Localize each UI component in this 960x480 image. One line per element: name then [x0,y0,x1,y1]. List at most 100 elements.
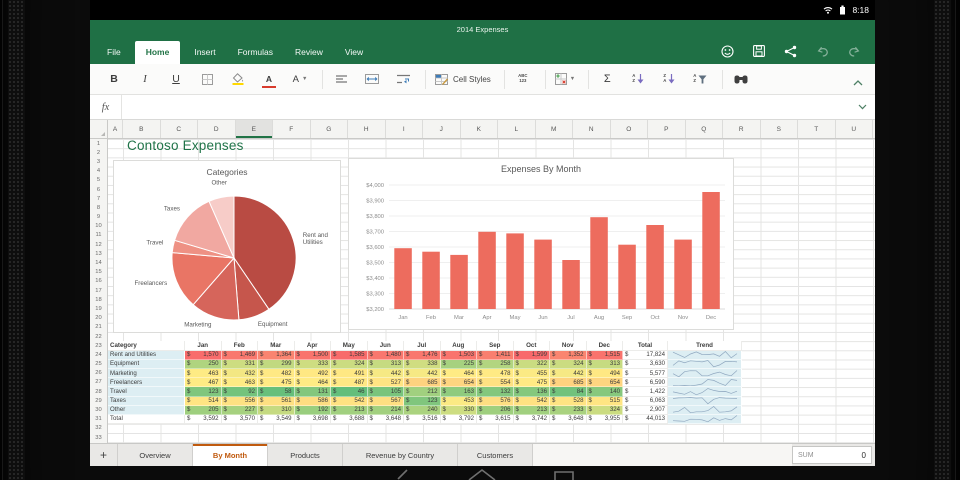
row-header-16[interactable]: 16 [90,277,107,286]
table-cell[interactable]: $84 [550,387,587,397]
row-header-28[interactable]: 28 [90,387,107,396]
table-cell[interactable]: $467 [185,378,222,388]
table-cell[interactable]: $324 [331,359,368,369]
table-cell[interactable]: $163 [440,387,477,397]
table-cell[interactable]: $136 [513,387,550,397]
table-column-header-oct[interactable]: Oct [513,341,550,351]
menu-tab-formulas[interactable]: Formulas [227,41,284,64]
table-cell[interactable]: $1,469 [221,350,258,360]
table-cell[interactable]: $313 [586,359,623,369]
table-column-header-total[interactable]: Total [623,341,668,351]
column-header-g[interactable]: G [311,120,348,138]
table-column-header-jun[interactable]: Jun [367,341,404,351]
column-header-p[interactable]: P [648,120,686,138]
table-cell[interactable]: $331 [221,359,258,369]
share-icon[interactable] [784,45,797,58]
table-cell[interactable]: $487 [331,378,368,388]
trend-cell[interactable] [668,396,742,406]
redo-icon[interactable] [848,46,861,57]
table-cell[interactable]: $140 [586,387,623,397]
table-cell[interactable]: $3,648 [550,414,587,425]
borders-button[interactable] [198,68,216,90]
table-category-cell[interactable]: Marketing [108,368,185,379]
home-button-icon[interactable] [468,469,496,480]
table-cell[interactable]: $212 [404,387,441,397]
table-column-header-category[interactable]: Category [108,341,185,351]
column-header-c[interactable]: C [161,120,198,138]
table-column-header-jan[interactable]: Jan [185,341,222,351]
row-header-30[interactable]: 30 [90,405,107,414]
wrap-text-button[interactable] [394,68,412,90]
table-cell[interactable]: $1,364 [258,350,295,360]
alignment-button[interactable] [332,68,350,90]
table-cell[interactable]: $333 [294,359,331,369]
table-cell[interactable]: $3,549 [258,414,295,425]
sheet-tab-overview[interactable]: Overview [118,444,193,466]
insert-delete-cells-button[interactable]: ▼ [554,68,575,90]
table-total-cell[interactable]: $3,630 [623,359,668,369]
table-cell[interactable]: $206 [477,405,514,415]
row-header-27[interactable]: 27 [90,378,107,387]
table-cell[interactable]: $3,648 [367,414,404,425]
table-cell[interactable]: $3,570 [221,414,258,425]
table-cell[interactable]: $432 [221,368,258,379]
column-header-k[interactable]: K [461,120,498,138]
table-cell[interactable]: $1,500 [294,350,331,360]
column-header-j[interactable]: J [423,120,461,138]
table-cell[interactable]: $453 [440,396,477,406]
select-all-corner[interactable] [90,120,108,138]
merge-center-button[interactable] [363,68,381,90]
menu-tab-home[interactable]: Home [134,41,181,64]
table-cell[interactable]: $491 [331,368,368,379]
table-cell[interactable]: $685 [550,378,587,388]
table-cell[interactable]: $324 [550,359,587,369]
table-column-header-feb[interactable]: Feb [221,341,258,351]
row-header-12[interactable]: 12 [90,240,107,249]
table-cell[interactable]: $1,411 [477,350,514,360]
table-category-cell[interactable]: Travel [108,387,185,397]
row-header-20[interactable]: 20 [90,314,107,323]
table-cell[interactable]: $105 [367,387,404,397]
table-cell[interactable]: $324 [586,405,623,415]
table-cell[interactable]: $192 [294,405,331,415]
table-cell[interactable]: $567 [367,396,404,406]
table-cell[interactable]: $233 [550,405,587,415]
sum-indicator[interactable]: SUM 0 [792,446,872,464]
table-total-cell[interactable]: $6,590 [623,378,668,388]
table-cell[interactable]: $1,570 [185,350,222,360]
column-header-t[interactable]: T [798,120,836,138]
font-settings-button[interactable]: A ▼ [291,68,309,90]
column-header-d[interactable]: D [198,120,236,138]
table-column-header-nov[interactable]: Nov [550,341,587,351]
table-cell[interactable]: $1,599 [513,350,550,360]
table-cell[interactable]: $586 [294,396,331,406]
number-format-button[interactable]: ABC 123 [514,68,532,90]
column-header-u[interactable]: U [836,120,873,138]
table-cell[interactable]: $442 [367,368,404,379]
pie-chart[interactable]: Rent and Utilities Equipment Marketing Freel… [113,160,341,333]
table-cell[interactable]: $654 [440,378,477,388]
row-header-29[interactable]: 29 [90,396,107,405]
row-header-7[interactable]: 7 [90,194,107,203]
row-header-2[interactable]: 2 [90,148,107,157]
table-cell[interactable]: $338 [404,359,441,369]
table-total-cell[interactable]: $6,063 [623,396,668,406]
column-header-e[interactable]: E [235,120,273,138]
column-header-q[interactable]: Q [686,120,723,138]
table-column-header-aug[interactable]: Aug [440,341,477,351]
sheet-tab-customers[interactable]: Customers [458,444,533,466]
table-cell[interactable]: $1,480 [367,350,404,360]
row-header-5[interactable]: 5 [90,176,107,185]
autosum-button[interactable]: Σ [598,68,616,90]
table-cell[interactable]: $330 [440,405,477,415]
row-header-18[interactable]: 18 [90,295,107,304]
row-header-15[interactable]: 15 [90,268,107,277]
table-cell[interactable]: $492 [294,368,331,379]
table-column-header-dec[interactable]: Dec [586,341,623,351]
table-total-cell[interactable]: $5,577 [623,368,668,379]
trend-cell[interactable] [668,405,742,415]
table-total-cell[interactable]: $44,013 [623,414,668,425]
column-header-s[interactable]: S [761,120,798,138]
row-header-31[interactable]: 31 [90,415,107,424]
fill-color-button[interactable] [229,68,247,90]
